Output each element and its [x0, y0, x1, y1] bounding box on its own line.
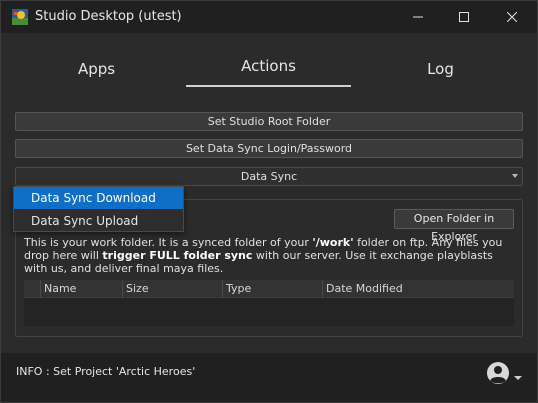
- user-menu-chevron-icon[interactable]: [514, 376, 522, 380]
- set-studio-root-folder-button[interactable]: Set Studio Root Folder: [15, 112, 523, 131]
- tab-log-label: Log: [427, 60, 454, 78]
- data-sync-combo[interactable]: Data Sync: [15, 167, 523, 186]
- chevron-down-icon: [512, 174, 518, 178]
- dropdown-option-data-sync-upload[interactable]: Data Sync Upload: [14, 210, 183, 232]
- description-text-1: This is your work folder. It is a synced…: [24, 236, 313, 249]
- table-header: Name Size Type Date Modified: [24, 280, 514, 298]
- status-footer: INFO : Set Project 'Arctic Heroes': [1, 353, 537, 402]
- info-status-text: INFO : Set Project 'Arctic Heroes': [16, 365, 196, 378]
- studio-desktop-window: Studio Desktop (utest) Apps Actions Log …: [0, 0, 538, 403]
- minimize-button[interactable]: [395, 1, 441, 33]
- tab-log[interactable]: Log: [358, 57, 523, 87]
- window-title: Studio Desktop (utest): [35, 9, 182, 24]
- work-folder-description: This is your work folder. It is a synced…: [24, 236, 516, 275]
- set-data-sync-login-button[interactable]: Set Data Sync Login/Password: [15, 139, 523, 158]
- column-header-type[interactable]: Type: [222, 280, 322, 298]
- minimize-icon: [413, 16, 423, 18]
- header-spacer: [24, 280, 41, 298]
- file-list-table[interactable]: Name Size Type Date Modified: [24, 280, 514, 326]
- data-sync-dropdown-popup: Data Sync Download Data Sync Upload: [13, 186, 184, 232]
- user-account-icon[interactable]: [486, 361, 510, 385]
- maximize-button[interactable]: [441, 1, 487, 33]
- column-header-size[interactable]: Size: [122, 280, 222, 298]
- close-icon: [507, 12, 517, 22]
- tab-apps[interactable]: Apps: [14, 57, 179, 87]
- column-header-date-modified[interactable]: Date Modified: [322, 280, 514, 298]
- title-bar: Studio Desktop (utest): [1, 1, 537, 33]
- dropdown-option-data-sync-download[interactable]: Data Sync Download: [14, 187, 183, 209]
- close-button[interactable]: [489, 1, 535, 33]
- studio-app-icon: [12, 9, 28, 25]
- maximize-icon: [459, 12, 469, 22]
- description-work-path: '/work': [312, 236, 354, 249]
- tab-actions[interactable]: Actions: [186, 57, 351, 87]
- description-sync-warning: trigger FULL folder sync: [102, 249, 253, 262]
- tab-apps-label: Apps: [77, 60, 116, 78]
- open-folder-in-explorer-button[interactable]: Open Folder in Explorer: [394, 209, 514, 243]
- tab-actions-label: Actions: [241, 57, 296, 75]
- data-sync-combo-value: Data Sync: [240, 170, 298, 183]
- column-header-name[interactable]: Name: [40, 280, 122, 298]
